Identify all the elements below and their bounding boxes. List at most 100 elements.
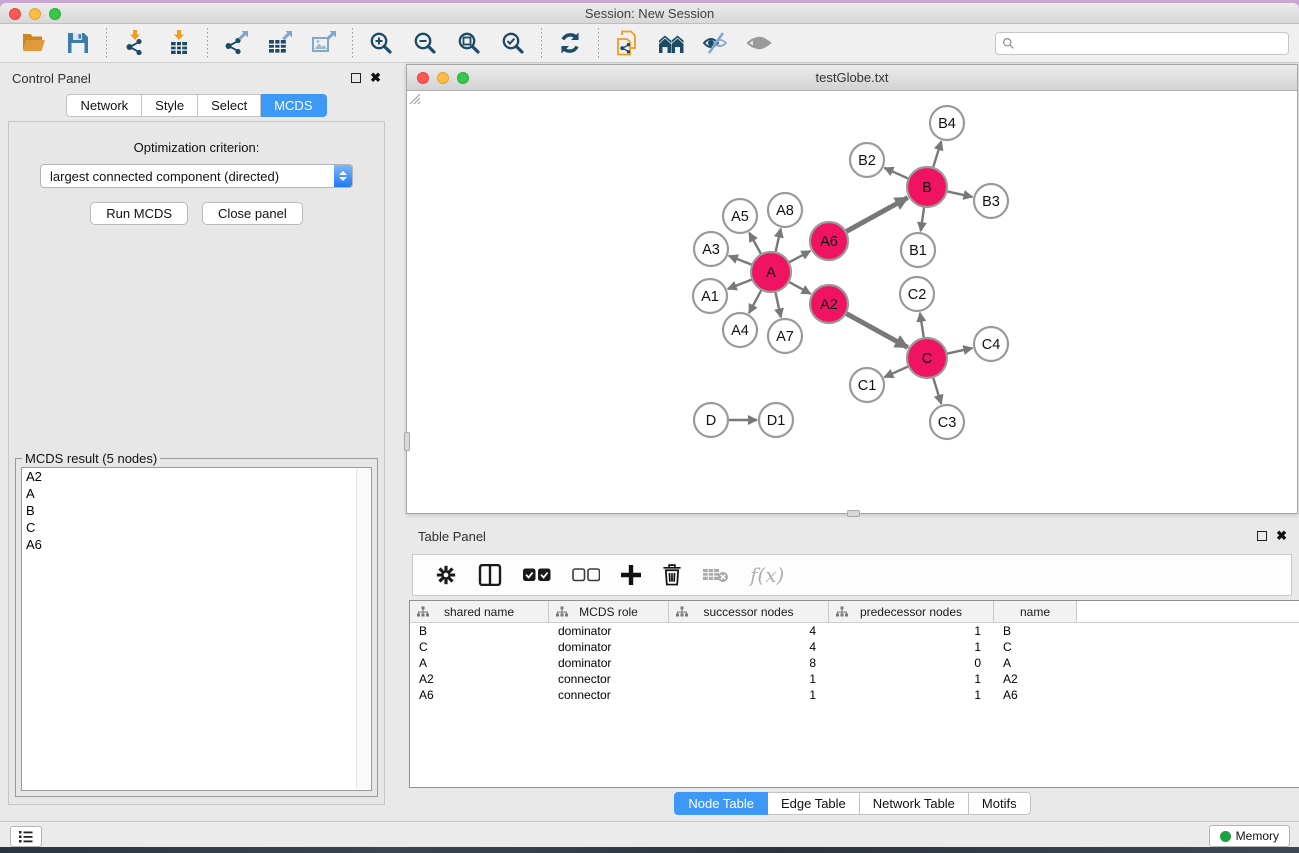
graph-node-D[interactable]: D bbox=[694, 403, 728, 437]
network-canvas[interactable]: A A1 A2 A3 A4 A5 A6 A7 A8 B B1 B2 B3 B4 C C1 C2 C3 C4 D D1 bbox=[407, 91, 1297, 513]
graph-node-A7[interactable]: A7 bbox=[768, 319, 802, 353]
memory-button[interactable]: Memory bbox=[1209, 825, 1290, 847]
optimization-criterion-dropdown[interactable]: largest connected component (directed) bbox=[40, 164, 353, 188]
save-session-icon[interactable] bbox=[64, 29, 92, 57]
column-header-name[interactable]: name bbox=[994, 601, 1077, 622]
graph-node-C4[interactable]: C4 bbox=[974, 327, 1008, 361]
table-row[interactable]: A2connector11A2 bbox=[410, 671, 1299, 687]
tab-network[interactable]: Network bbox=[66, 94, 142, 117]
network-window-titlebar[interactable]: testGlobe.txt bbox=[407, 65, 1297, 91]
tab-edge-table[interactable]: Edge Table bbox=[768, 792, 860, 815]
tab-select[interactable]: Select bbox=[198, 94, 261, 117]
graph-node-B2[interactable]: B2 bbox=[850, 143, 884, 177]
close-panel-button[interactable]: Close panel bbox=[202, 202, 303, 225]
split-columns-icon[interactable] bbox=[478, 564, 502, 586]
node-table[interactable]: shared nameMCDS rolesuccessor nodesprede… bbox=[409, 600, 1299, 788]
edge-A2-C[interactable] bbox=[845, 313, 908, 348]
refresh-layout-icon[interactable] bbox=[556, 29, 584, 57]
mcds-result-item[interactable]: A2 bbox=[22, 468, 371, 485]
graph-node-D1[interactable]: D1 bbox=[759, 403, 793, 437]
mcds-result-item[interactable]: A6 bbox=[22, 536, 371, 553]
export-image-icon[interactable] bbox=[310, 29, 338, 57]
table-settings-icon[interactable] bbox=[435, 564, 457, 586]
zoom-in-icon[interactable] bbox=[367, 29, 395, 57]
edge-A-A6[interactable] bbox=[788, 251, 811, 263]
add-column-icon[interactable] bbox=[621, 564, 641, 586]
import-table-icon[interactable] bbox=[165, 29, 193, 57]
search-input[interactable] bbox=[1015, 33, 1288, 54]
open-file-icon[interactable] bbox=[20, 29, 48, 57]
export-table-icon[interactable] bbox=[266, 29, 294, 57]
table-row[interactable]: Cdominator41C bbox=[410, 639, 1299, 655]
column-header-MCDS-role[interactable]: MCDS role bbox=[549, 601, 669, 622]
table-row[interactable]: Adominator80A bbox=[410, 655, 1299, 671]
graph-node-C3[interactable]: C3 bbox=[930, 405, 964, 439]
graph-node-A8[interactable]: A8 bbox=[768, 193, 802, 227]
graph-node-A4[interactable]: A4 bbox=[723, 313, 757, 347]
tab-motifs[interactable]: Motifs bbox=[969, 792, 1031, 815]
edge-A-A3[interactable] bbox=[729, 256, 754, 265]
column-header-predecessor-nodes[interactable]: predecessor nodes bbox=[829, 601, 994, 622]
graph-node-A5[interactable]: A5 bbox=[723, 199, 757, 233]
graph-node-C2[interactable]: C2 bbox=[900, 277, 934, 311]
window-left-drag-handle[interactable] bbox=[404, 432, 410, 451]
edge-C-C1[interactable] bbox=[884, 366, 909, 377]
result-scrollbar[interactable] bbox=[356, 469, 370, 789]
edge-C-C3[interactable] bbox=[933, 376, 942, 404]
edge-A-A8[interactable] bbox=[775, 229, 781, 254]
tab-style[interactable]: Style bbox=[142, 94, 198, 117]
edge-C-C4[interactable] bbox=[946, 348, 973, 354]
delete-column-icon[interactable] bbox=[662, 564, 682, 586]
deselect-checkboxes-icon[interactable] bbox=[572, 564, 600, 586]
edge-B-B2[interactable] bbox=[884, 168, 909, 179]
mcds-result-list[interactable]: A2ABCA6 bbox=[21, 467, 372, 791]
graph-node-A2[interactable]: A2 bbox=[810, 285, 848, 323]
column-header-successor-nodes[interactable]: successor nodes bbox=[669, 601, 829, 622]
edge-B-B4[interactable] bbox=[933, 141, 942, 169]
edge-B-B3[interactable] bbox=[946, 191, 973, 197]
graph-node-B3[interactable]: B3 bbox=[974, 184, 1008, 218]
graph-node-A3[interactable]: A3 bbox=[694, 232, 728, 266]
table-row[interactable]: Bdominator41B bbox=[410, 623, 1299, 639]
edge-A-A2[interactable] bbox=[788, 281, 811, 294]
edge-A6-B[interactable] bbox=[845, 198, 908, 233]
graph-node-A1[interactable]: A1 bbox=[693, 279, 727, 313]
close-panel-icon[interactable]: ✖ bbox=[370, 73, 381, 83]
run-mcds-button[interactable]: Run MCDS bbox=[90, 202, 188, 225]
graph-node-A[interactable]: A bbox=[751, 252, 791, 292]
hide-selected-icon[interactable] bbox=[701, 29, 729, 57]
edge-C-C2[interactable] bbox=[920, 313, 924, 339]
zoom-selected-icon[interactable] bbox=[499, 29, 527, 57]
table-row[interactable]: A6connector11A6 bbox=[410, 687, 1299, 703]
graph-node-C1[interactable]: C1 bbox=[850, 368, 884, 402]
zoom-fit-icon[interactable] bbox=[455, 29, 483, 57]
export-network-icon[interactable] bbox=[222, 29, 250, 57]
mcds-result-item[interactable]: C bbox=[22, 519, 371, 536]
search-box[interactable] bbox=[995, 32, 1289, 55]
edge-A-A4[interactable] bbox=[749, 289, 762, 313]
import-network-icon[interactable] bbox=[121, 29, 149, 57]
resize-grip-icon[interactable] bbox=[407, 91, 420, 104]
show-all-icon[interactable] bbox=[745, 29, 773, 57]
edge-A-A5[interactable] bbox=[749, 233, 762, 256]
graph-node-B4[interactable]: B4 bbox=[930, 106, 964, 140]
column-header-shared-name[interactable]: shared name bbox=[410, 601, 549, 622]
tab-node-table[interactable]: Node Table bbox=[674, 792, 768, 815]
clone-network-icon[interactable] bbox=[613, 29, 641, 57]
float-table-panel-icon[interactable] bbox=[1257, 531, 1267, 541]
graph-node-C[interactable]: C bbox=[907, 338, 947, 378]
select-all-checkboxes-icon[interactable] bbox=[523, 564, 551, 586]
close-table-panel-icon[interactable]: ✖ bbox=[1276, 531, 1287, 541]
mcds-result-item[interactable]: A bbox=[22, 485, 371, 502]
window-bottom-drag-handle[interactable] bbox=[847, 510, 860, 517]
tab-mcds[interactable]: MCDS bbox=[261, 94, 326, 117]
edge-B-B1[interactable] bbox=[921, 206, 925, 231]
graph-node-A6[interactable]: A6 bbox=[810, 222, 848, 260]
graph-node-B[interactable]: B bbox=[907, 167, 947, 207]
task-history-button[interactable] bbox=[10, 826, 42, 847]
edge-A-A1[interactable] bbox=[728, 279, 754, 289]
mcds-result-item[interactable]: B bbox=[22, 502, 371, 519]
edge-A-A7[interactable] bbox=[775, 291, 781, 318]
first-neighbors-icon[interactable] bbox=[657, 29, 685, 57]
graph-node-B1[interactable]: B1 bbox=[901, 233, 935, 267]
